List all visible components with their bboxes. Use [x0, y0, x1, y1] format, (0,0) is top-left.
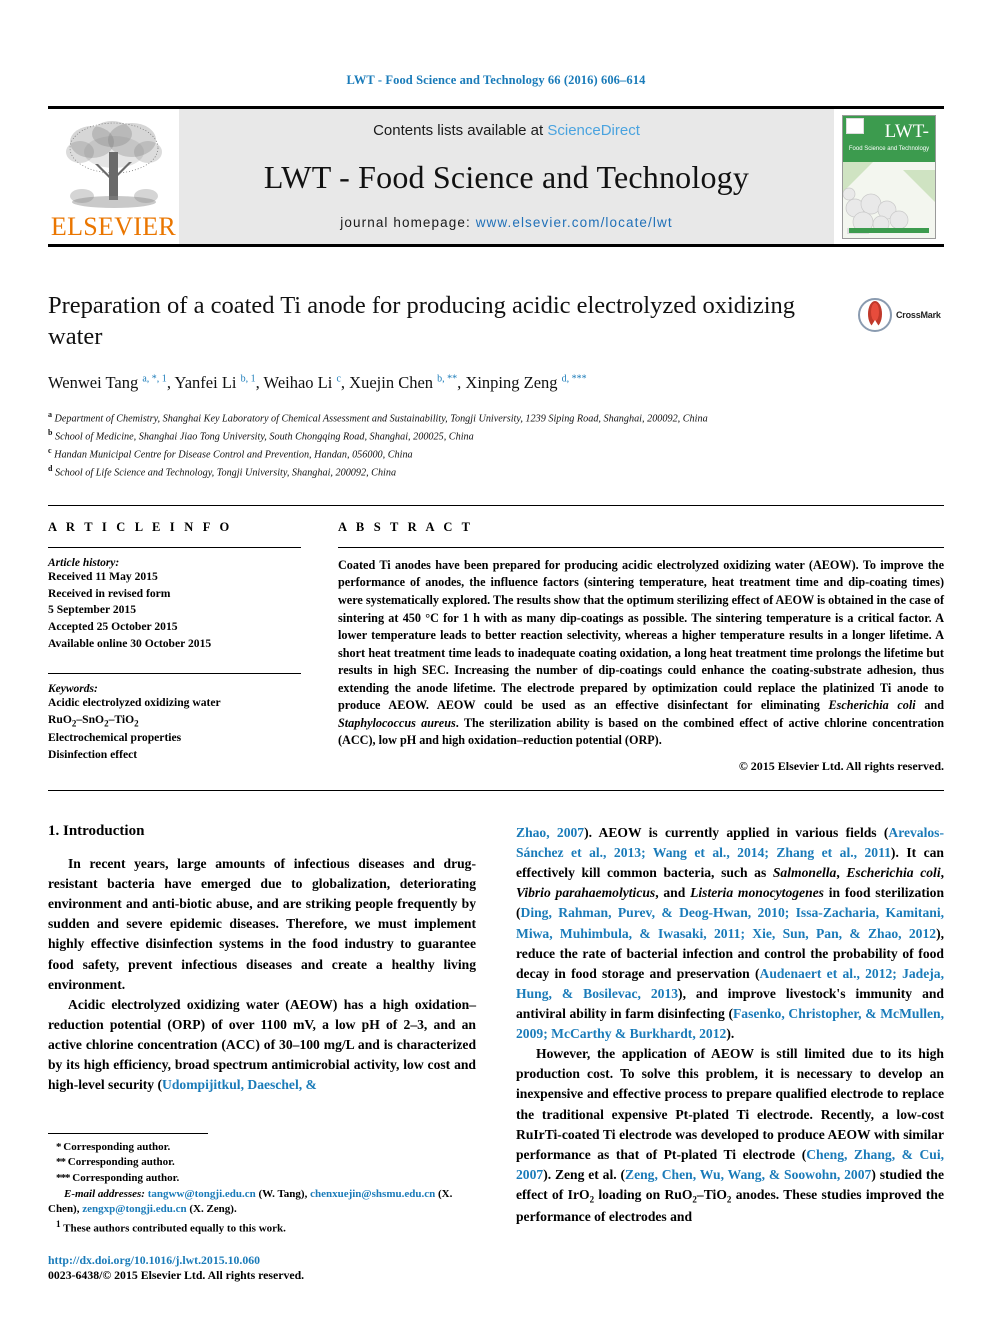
doi-block: http://dx.doi.org/10.1016/j.lwt.2015.10.…	[48, 1253, 480, 1283]
affiliation-item: c Handan Municipal Centre for Disease Co…	[48, 446, 413, 461]
affiliation-text: School of Life Science and Technology, T…	[55, 467, 397, 479]
paragraph: Acidic electrolyzed oxidizing water (AEO…	[48, 996, 476, 1093]
article-info-column: A R T I C L E I N F O Article history: R…	[48, 520, 325, 774]
keyword-item: Electrochemical properties	[48, 730, 182, 744]
journal-title: LWT - Food Science and Technology	[263, 158, 750, 195]
footnote-corresponding-author: * Corresponding author.	[56, 1140, 171, 1153]
body-column-right: Zhao, 2007). AEOW is currently applied i…	[516, 823, 944, 1227]
cover-title: LWT-	[884, 120, 929, 142]
keyword-item: Acidic electrolyzed oxidizing water	[48, 695, 221, 709]
article-history-item: Accepted 25 October 2015	[48, 620, 178, 634]
affiliation-text: School of Medicine, Shanghai Jiao Tong U…	[55, 431, 474, 443]
keywords-block: Keywords: Acidic electrolyzed oxidizing …	[48, 672, 301, 764]
contents-prefix: Contents lists available at	[373, 122, 548, 139]
footnote-corresponding-author: *** Corresponding author.	[56, 1171, 180, 1184]
keyword-item: RuO2–SnO2–TiO2	[48, 712, 139, 728]
abstract-copyright: © 2015 Elsevier Ltd. All rights reserved…	[738, 759, 944, 773]
abstract-column: A B S T R A C T Coated Ti anodes have be…	[325, 520, 944, 774]
journal-cover-thumbnail[interactable]: LWT- Food Science and Technology	[834, 109, 944, 244]
footnotes-block: * Corresponding author. ** Corresponding…	[48, 1132, 480, 1283]
sciencedirect-link[interactable]: ScienceDirect	[547, 122, 640, 139]
doi-link[interactable]: http://dx.doi.org/10.1016/j.lwt.2015.10.…	[48, 1253, 480, 1268]
footnote-equal-contribution: 1 These authors contributed equally to t…	[56, 1218, 286, 1235]
cover-illustration-icon	[843, 161, 935, 234]
article-history-item: 5 September 2015	[48, 603, 137, 617]
crossmark-label: CrossMark	[896, 310, 941, 320]
affiliation-item: a Department of Chemistry, Shanghai Key …	[48, 410, 708, 425]
masthead-center: Contents lists available at ScienceDirec…	[179, 109, 834, 244]
keywords-label: Keywords:	[48, 682, 98, 695]
article-history-item: Available online 30 October 2015	[48, 637, 212, 650]
journal-homepage-line: journal homepage: www.elsevier.com/locat…	[340, 215, 672, 230]
affiliation-item: b School of Medicine, Shanghai Jiao Tong…	[48, 428, 474, 443]
footnote-corresponding-author: ** Corresponding author.	[56, 1156, 175, 1169]
abstract-heading: A B S T R A C T	[338, 519, 474, 534]
journal-article-page: LWT - Food Science and Technology 66 (20…	[0, 0, 992, 1323]
contents-lists-line: Contents lists available at ScienceDirec…	[373, 122, 640, 139]
article-history-item: Received in revised form	[48, 586, 171, 600]
divider	[48, 546, 301, 548]
cover-publisher-mark	[846, 117, 864, 134]
issn-copyright: 0023-6438/© 2015 Elsevier Ltd. All right…	[48, 1268, 305, 1282]
title-block: Preparation of a coated Ti anode for pro…	[48, 291, 944, 352]
affiliation-item: d School of Life Science and Technology,…	[48, 463, 397, 479]
article-history-label: Article history:	[48, 556, 120, 569]
paragraph: However, the application of AEOW is stil…	[516, 1046, 944, 1224]
divider	[338, 546, 944, 548]
paragraph: Zhao, 2007). AEOW is currently applied i…	[516, 825, 945, 1042]
article-info-heading: A R T I C L E I N F O	[48, 519, 233, 534]
footnote-email-addresses[interactable]: E-mail addresses: tangww@tongji.edu.cn (…	[48, 1187, 480, 1218]
divider	[48, 672, 301, 674]
page-title: Preparation of a coated Ti anode for pro…	[48, 292, 795, 350]
cover-box: LWT- Food Science and Technology	[842, 114, 936, 239]
affiliation-text: Department of Chemistry, Shanghai Key La…	[54, 413, 708, 425]
journal-masthead: ELSEVIER Contents lists available at Sci…	[48, 106, 944, 247]
footnote-divider	[48, 1132, 208, 1134]
crossmark-badge[interactable]: CrossMark	[858, 291, 944, 339]
elsevier-tree-icon	[65, 121, 162, 208]
cover-subtitle: Food Science and Technology	[848, 145, 930, 152]
article-history-item: Received 11 May 2015	[48, 569, 158, 583]
author-list: Wenwei Tang a, *, 1, Yanfei Li b, 1, Wei…	[48, 373, 587, 393]
cover-artwork	[843, 161, 935, 238]
keyword-item: Disinfection effect	[48, 747, 138, 761]
crossmark-icon	[858, 298, 892, 332]
cover-footer-band	[849, 227, 929, 233]
affiliation-list: a Department of Chemistry, Shanghai Key …	[48, 409, 928, 481]
elsevier-wordmark: ELSEVIER	[50, 212, 177, 241]
homepage-prefix: journal homepage:	[340, 215, 476, 230]
affiliation-text: Handan Municipal Centre for Disease Cont…	[54, 449, 413, 461]
abstract-text: Coated Ti anodes have been prepared for …	[338, 557, 944, 748]
homepage-url-link[interactable]: www.elsevier.com/locate/lwt	[476, 215, 673, 230]
info-abstract-band: A R T I C L E I N F O Article history: R…	[48, 504, 944, 791]
running-head: LWT - Food Science and Technology 66 (20…	[346, 73, 646, 87]
paragraph: In recent years, large amounts of infect…	[48, 856, 476, 992]
section-heading-introduction: 1. Introduction	[48, 823, 145, 839]
elsevier-logo: ELSEVIER	[48, 109, 179, 244]
